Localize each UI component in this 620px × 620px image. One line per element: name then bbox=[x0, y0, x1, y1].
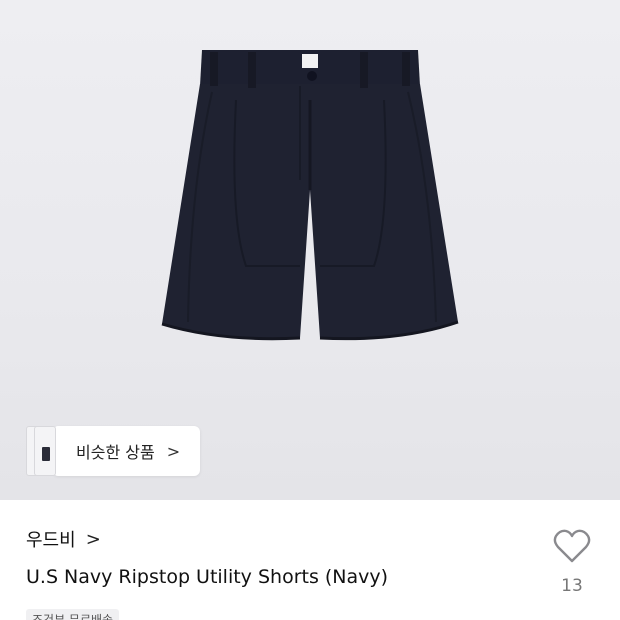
similar-products-label: 비슷한 상품 bbox=[76, 443, 155, 462]
shipping-badge: 조건부 무료배송 bbox=[26, 609, 120, 620]
similar-thumbnails bbox=[26, 426, 60, 476]
like-button[interactable]: 13 bbox=[548, 528, 596, 604]
chevron-right-icon: > bbox=[166, 441, 181, 461]
product-title: U.S Navy Ripstop Utility Shorts (Navy) bbox=[26, 566, 389, 588]
brand-name: 우드비 bbox=[26, 530, 76, 551]
similar-products-label-box[interactable]: 비슷한 상품 > bbox=[54, 426, 201, 476]
thumbnail bbox=[34, 426, 56, 476]
product-image[interactable] bbox=[150, 40, 470, 350]
like-count: 13 bbox=[561, 576, 583, 596]
similar-products-button[interactable]: 비슷한 상품 > bbox=[26, 426, 201, 476]
heart-outline-icon[interactable] bbox=[552, 528, 592, 564]
brand-link[interactable]: 우드비 > bbox=[26, 526, 101, 552]
product-image-area[interactable]: 비슷한 상품 > bbox=[0, 0, 620, 500]
chevron-right-icon: > bbox=[85, 528, 101, 550]
